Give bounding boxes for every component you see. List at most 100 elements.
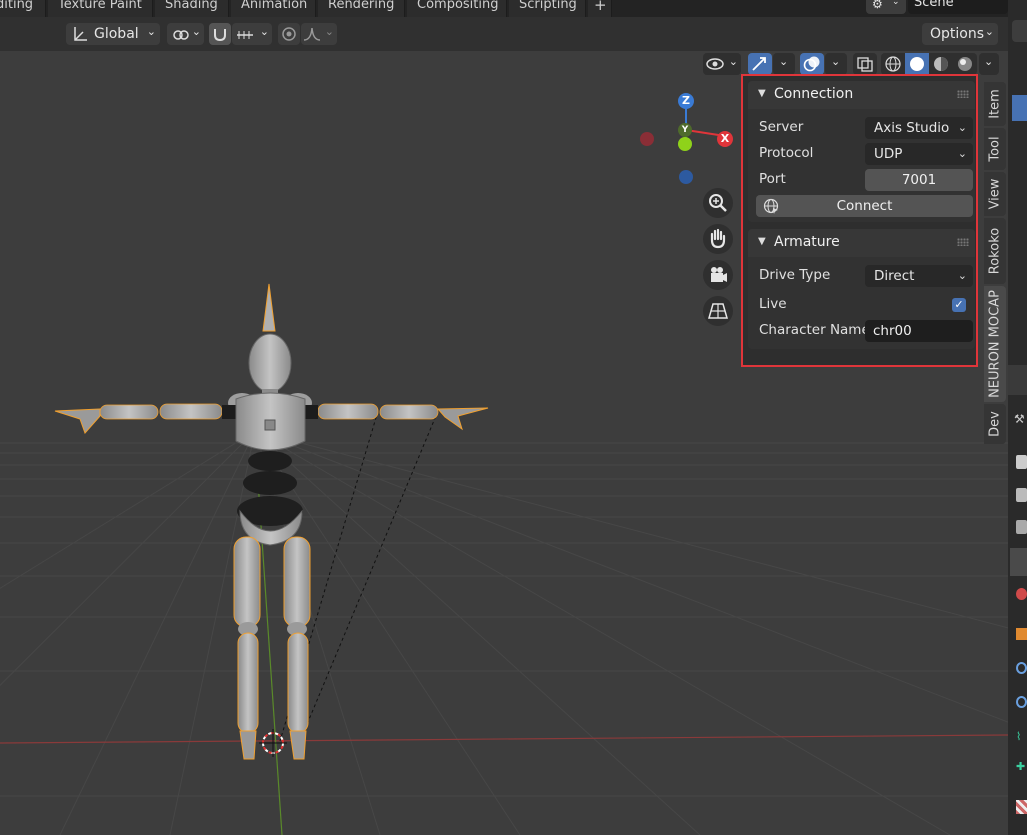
tab-view[interactable]: View xyxy=(984,172,1006,216)
chevron-down-icon: ⌄ xyxy=(957,147,967,160)
character-name-input[interactable]: chr00 xyxy=(865,320,973,342)
pivot-point-dropdown[interactable]: ⌄ xyxy=(167,23,204,45)
chevron-down-icon: ⌄ xyxy=(728,55,738,68)
proportional-falloff-dropdown[interactable]: ⌄ xyxy=(301,23,337,45)
overlays-toggle[interactable] xyxy=(800,53,824,75)
perspective-grid-icon[interactable] xyxy=(703,296,733,326)
xray-toggle[interactable] xyxy=(853,53,877,75)
modifier-icon[interactable] xyxy=(1016,662,1027,674)
proportional-editing-toggle[interactable] xyxy=(278,23,300,45)
armature-panel-header[interactable]: ▼ Armature xyxy=(748,229,975,257)
output-icon[interactable] xyxy=(1016,488,1027,502)
sidebar-tabs: Item Tool View Rokoko NEURON MOCAP Dev xyxy=(984,78,1007,448)
server-label: Server xyxy=(759,119,804,135)
port-label: Port xyxy=(759,171,786,187)
shading-dropdown[interactable]: ⌄ xyxy=(979,53,999,75)
live-checkbox[interactable]: ✓ xyxy=(952,298,966,312)
tab-tool[interactable]: Tool xyxy=(984,128,1006,170)
drive-type-label: Drive Type xyxy=(759,267,831,283)
chevron-down-icon: ⌄ xyxy=(831,55,841,68)
gizmo-x-axis[interactable]: X xyxy=(717,131,733,147)
snap-increment-dropdown[interactable]: ⌄ xyxy=(232,23,272,45)
gizmo-neg-y-axis[interactable]: Y xyxy=(678,123,692,137)
gizmo-dropdown[interactable]: ⌄ xyxy=(773,53,795,75)
gizmo-neg-z-axis[interactable] xyxy=(679,170,693,184)
viewport-header: Global ⌄ ⌄ ⌄ ⌄ Options ⌄ xyxy=(0,17,1008,51)
material-sphere-icon xyxy=(934,57,948,71)
tab-editing[interactable]: diting xyxy=(0,0,46,17)
constraints-icon[interactable]: ✚ xyxy=(1016,760,1027,773)
server-dropdown[interactable]: Axis Studio ⌄ xyxy=(865,117,973,139)
navigation-gizmo[interactable]: Z Y X xyxy=(630,86,740,196)
tab-neuron-mocap[interactable]: NEURON MOCAP xyxy=(984,286,1006,402)
chevron-down-icon: ⌄ xyxy=(957,121,967,134)
overlays-icon xyxy=(803,56,820,72)
zoom-icon[interactable] xyxy=(703,188,733,218)
visibility-dropdown[interactable]: ⌄ xyxy=(703,53,741,75)
shading-wireframe[interactable] xyxy=(881,53,905,75)
xray-icon xyxy=(857,57,873,72)
shading-solid[interactable] xyxy=(905,53,929,75)
3d-cursor xyxy=(259,729,287,757)
connect-button[interactable]: Connect xyxy=(756,195,973,217)
overlays-dropdown[interactable]: ⌄ xyxy=(825,53,847,75)
pan-hand-icon[interactable] xyxy=(703,224,733,254)
drive-type-dropdown[interactable]: Direct ⌄ xyxy=(865,265,973,287)
tab-dev[interactable]: Dev xyxy=(984,404,1006,444)
gizmo-toggle[interactable] xyxy=(748,53,772,75)
tab-texture-paint[interactable]: Texture Paint xyxy=(48,0,153,17)
tab-item[interactable]: Item xyxy=(984,82,1006,126)
chevron-down-icon: ⌄ xyxy=(324,25,334,38)
scene-selector[interactable]: ⚙ ⌄ xyxy=(866,0,906,14)
gizmo-z-axis[interactable]: Z xyxy=(678,93,694,109)
tab-shading[interactable]: Shading xyxy=(155,0,229,17)
drag-grip-icon[interactable] xyxy=(957,238,969,246)
gizmo-neg-x-axis[interactable] xyxy=(640,132,654,146)
increment-icon xyxy=(237,31,253,39)
tab-compositing[interactable]: Compositing xyxy=(407,0,507,17)
pivot-icon xyxy=(173,30,189,40)
connection-title: Connection xyxy=(774,86,854,102)
options-label: Options xyxy=(930,26,985,42)
texture-icon[interactable] xyxy=(1016,800,1027,814)
floor-grid xyxy=(0,430,1008,835)
proportional-icon xyxy=(282,27,296,41)
gizmo-y-axis[interactable] xyxy=(678,137,692,151)
gizmo-icon xyxy=(752,57,766,71)
tab-scripting[interactable]: Scripting xyxy=(509,0,586,17)
shading-material-preview[interactable] xyxy=(929,53,953,75)
chevron-down-icon: ⌄ xyxy=(259,25,269,38)
shading-rendered[interactable] xyxy=(953,53,977,75)
tab-rokoko[interactable]: Rokoko xyxy=(984,218,1006,284)
magnet-icon xyxy=(214,29,226,42)
render-icon[interactable] xyxy=(1016,455,1027,469)
chevron-down-icon: ⌄ xyxy=(957,269,967,282)
snap-toggle[interactable] xyxy=(209,23,231,45)
chevron-down-icon: ⌄ xyxy=(984,25,994,38)
camera-view-icon[interactable] xyxy=(703,260,733,290)
scene-name-field[interactable]: Scene xyxy=(908,0,1008,14)
protocol-dropdown[interactable]: UDP ⌄ xyxy=(865,143,973,165)
neuron-mocap-panel: ▼ Connection Server Axis Studio ⌄ Protoco… xyxy=(741,74,978,367)
object-icon[interactable] xyxy=(1016,628,1027,640)
drag-grip-icon[interactable] xyxy=(957,90,969,98)
particles-icon[interactable] xyxy=(1016,696,1027,708)
chevron-down-icon: ⌄ xyxy=(779,55,789,68)
tab-rendering[interactable]: Rendering xyxy=(318,0,405,17)
options-dropdown[interactable]: Options ⌄ xyxy=(922,23,998,45)
world-icon[interactable] xyxy=(1016,588,1027,600)
add-workspace-button[interactable]: + xyxy=(588,0,612,17)
orientation-icon xyxy=(74,27,87,41)
physics-icon[interactable]: ⌇ xyxy=(1016,730,1027,743)
connection-panel-header[interactable]: ▼ Connection xyxy=(748,81,975,109)
scene-icon[interactable] xyxy=(1010,548,1027,576)
live-label: Live xyxy=(759,296,787,312)
x-axis-line xyxy=(0,734,1008,744)
tab-animation[interactable]: Animation xyxy=(231,0,316,17)
eye-icon xyxy=(706,58,724,70)
tool-icon[interactable]: ⚒ xyxy=(1014,412,1027,430)
view-layer-icon[interactable] xyxy=(1016,520,1027,534)
transform-orientation-dropdown[interactable]: Global ⌄ xyxy=(66,23,160,45)
port-field[interactable]: 7001 xyxy=(865,169,973,191)
solid-sphere-icon xyxy=(910,57,924,71)
